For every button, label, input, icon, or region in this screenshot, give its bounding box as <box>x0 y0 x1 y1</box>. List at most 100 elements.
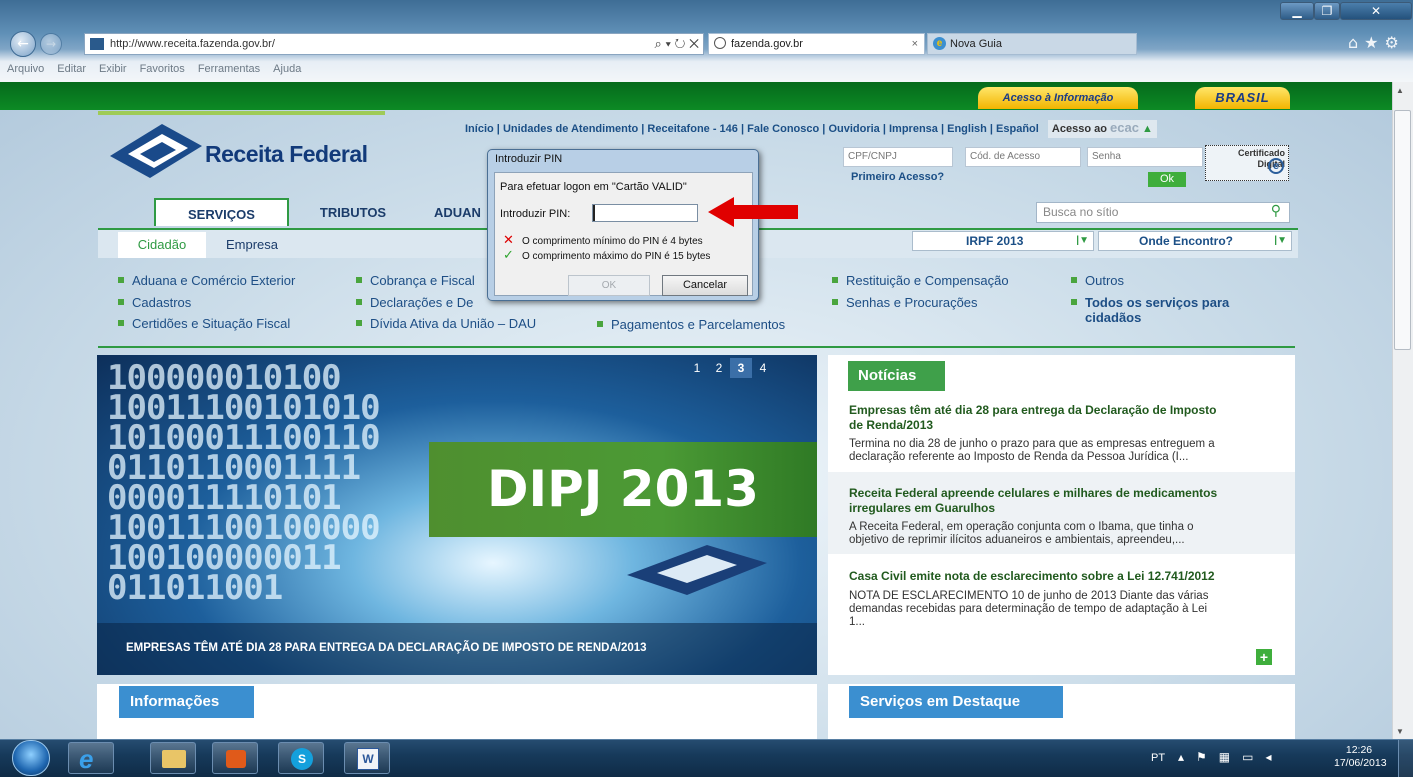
onde-label: Onde Encontro? <box>1139 234 1233 248</box>
receita-logo-icon[interactable] <box>110 124 202 186</box>
link-todos-servicos[interactable]: Todos os serviços para cidadãos <box>1071 295 1229 325</box>
scroll-down-icon[interactable]: ▼ <box>1396 727 1404 736</box>
access-code-input[interactable]: Cód. de Acesso <box>965 147 1081 167</box>
tab-nova-guia[interactable]: e Nova Guia <box>927 33 1137 55</box>
flag-icon[interactable]: ⚑ <box>1196 750 1219 764</box>
volume-icon[interactable]: ◂ <box>1265 750 1283 764</box>
ecac-access[interactable]: Acesso ao ecac ▲ <box>1047 120 1157 138</box>
link-pagamentos[interactable]: Pagamentos e Parcelamentos <box>597 317 785 332</box>
minimize-button[interactable]: ▁ <box>1280 2 1314 20</box>
show-hidden-icon[interactable]: ▴ <box>1178 750 1196 764</box>
site-logo-text[interactable]: Receita Federal <box>205 141 368 168</box>
clock[interactable]: 12:26 17/06/2013 <box>1334 744 1387 770</box>
bullet-icon <box>118 320 124 326</box>
menu-favoritos[interactable]: Favoritos <box>140 63 185 75</box>
banner-headline: DIPJ 2013 <box>487 460 759 518</box>
start-button[interactable] <box>12 740 50 776</box>
access-info-link[interactable]: Acesso à Informação <box>978 87 1138 109</box>
taskbar-media[interactable] <box>212 742 258 774</box>
news-item-title[interactable]: Empresas têm até dia 28 para entrega da … <box>849 403 1217 433</box>
menu-exibir[interactable]: Exibir <box>99 63 127 75</box>
login-ok-button[interactable]: Ok <box>1148 172 1186 187</box>
news-body-line: objetivo de reprimir ilícitos aduaneiros… <box>849 534 1185 546</box>
first-access-link[interactable]: Primeiro Acesso? <box>851 171 944 183</box>
link-label: Senhas e Procurações <box>846 295 978 310</box>
tab-fazenda[interactable]: fazenda.gov.br × <box>708 33 925 55</box>
news-item-title[interactable]: Casa Civil emite nota de esclarecimento … <box>849 569 1215 584</box>
restore-button[interactable]: ❐ <box>1314 2 1340 20</box>
favorites-star-icon[interactable]: ★ <box>1364 33 1384 52</box>
site-favicon-icon <box>90 38 104 50</box>
gear-icon[interactable]: ⚙ <box>1385 33 1405 52</box>
dialog-ok-button[interactable]: OK <box>568 275 650 296</box>
forward-button[interactable]: → <box>40 33 62 55</box>
nav-inicio[interactable]: Início <box>465 123 494 135</box>
nav-ouvidoria[interactable]: Ouvidoria <box>828 123 879 135</box>
taskbar-ie[interactable]: e <box>68 742 114 774</box>
monitor-icon[interactable]: ▭ <box>1242 750 1265 764</box>
pager-2[interactable]: 2 <box>708 358 730 378</box>
link-senhas[interactable]: Senhas e Procurações <box>832 295 978 310</box>
pin-input[interactable] <box>592 204 698 222</box>
nav-receitafone[interactable]: Receitafone - 146 <box>647 123 737 135</box>
scrollbar-thumb[interactable] <box>1394 110 1411 350</box>
taskbar-explorer[interactable] <box>150 742 196 774</box>
more-news-plus-icon[interactable]: + <box>1256 649 1272 665</box>
taskbar-word[interactable]: W <box>344 742 390 774</box>
nav-english[interactable]: English <box>947 123 987 135</box>
nav-fale-conosco[interactable]: Fale Conosco <box>747 123 819 135</box>
tab-tributos[interactable]: TRIBUTOS <box>298 198 408 226</box>
irpf-dropdown[interactable]: IRPF 2013 |▼ <box>912 231 1094 251</box>
address-bar-controls[interactable]: ⌕ ▾ ↻ ✕ <box>655 34 699 54</box>
subtab-empresa[interactable]: Empresa <box>226 232 278 258</box>
pager-1[interactable]: 1 <box>686 358 708 378</box>
subtab-cidadao[interactable]: Cidadão <box>118 232 206 258</box>
dialog-cancel-button[interactable]: Cancelar <box>662 275 748 296</box>
onde-encontro-dropdown[interactable]: Onde Encontro? |▼ <box>1098 231 1292 251</box>
link-restituicao[interactable]: Restituição e Compensação <box>832 273 1009 288</box>
nav-espanol[interactable]: Español <box>996 123 1039 135</box>
network-icon[interactable]: ▦ <box>1219 750 1242 764</box>
address-bar[interactable]: http://www.receita.fazenda.gov.br/ ⌕ ▾ ↻… <box>84 33 704 55</box>
link-aduana[interactable]: Aduana e Comércio Exterior <box>118 273 295 288</box>
pager-3[interactable]: 3 <box>730 358 752 378</box>
language-indicator[interactable]: PT <box>1151 752 1165 764</box>
bullet-icon <box>832 299 838 305</box>
link-label: Todos os serviços para <box>1085 295 1230 310</box>
cpf-input[interactable]: CPF/CNPJ <box>843 147 953 167</box>
gov-header-bar <box>0 82 1392 110</box>
menu-ferramentas[interactable]: Ferramentas <box>198 63 260 75</box>
back-button[interactable]: ← <box>10 31 36 57</box>
site-search-input[interactable]: Busca no sítio ⚲ <box>1036 202 1290 223</box>
menu-arquivo[interactable]: Arquivo <box>7 63 44 75</box>
close-tab-icon[interactable]: × <box>912 34 918 54</box>
digital-certificate-button[interactable]: Certificado Digital e <box>1205 145 1289 181</box>
pager-4[interactable]: 4 <box>752 358 774 378</box>
search-icon[interactable]: ⚲ <box>1271 202 1281 221</box>
tab-servicos[interactable]: SERVIÇOS <box>154 198 289 226</box>
close-window-button[interactable]: ✕ <box>1340 2 1412 20</box>
link-certidoes[interactable]: Certidões e Situação Fiscal <box>118 316 290 331</box>
search-placeholder: Busca no sítio <box>1043 205 1119 219</box>
banner-carousel[interactable]: 100000010100 10011100101010 101000111001… <box>97 355 817 675</box>
link-declaracoes[interactable]: Declarações e De <box>356 295 473 310</box>
taskbar-skype[interactable]: S <box>278 742 324 774</box>
link-divida-ativa[interactable]: Dívida Ativa da União – DAU <box>356 316 536 331</box>
tray-icons: ▴⚑▦▭◂ <box>1178 750 1284 764</box>
brasil-logo[interactable]: BRASIL <box>1195 87 1290 109</box>
news-body-line: A Receita Federal, em operação conjunta … <box>849 521 1194 533</box>
news-item-title[interactable]: Receita Federal apreende celulares e mil… <box>849 486 1217 516</box>
banner-caption[interactable]: EMPRESAS TÊM ATÉ DIA 28 PARA ENTREGA DA … <box>97 623 817 675</box>
home-icon[interactable]: ⌂ <box>1348 33 1364 52</box>
nav-imprensa[interactable]: Imprensa <box>889 123 938 135</box>
link-cobranca[interactable]: Cobrança e Fiscal <box>356 273 475 288</box>
window-controls: ▁ ❐ ✕ <box>1278 0 1413 22</box>
link-outros[interactable]: Outros <box>1071 273 1124 288</box>
link-cadastros[interactable]: Cadastros <box>118 295 191 310</box>
menu-editar[interactable]: Editar <box>57 63 86 75</box>
nav-unidades[interactable]: Unidades de Atendimento <box>503 123 638 135</box>
scroll-up-icon[interactable]: ▲ <box>1396 86 1404 95</box>
password-input[interactable]: Senha <box>1087 147 1203 167</box>
menu-ajuda[interactable]: Ajuda <box>273 63 301 75</box>
show-desktop-button[interactable] <box>1398 740 1413 777</box>
